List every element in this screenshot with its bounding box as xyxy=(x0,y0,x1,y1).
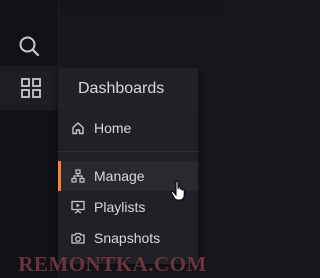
presentation-play-icon xyxy=(70,199,86,215)
sitemap-icon xyxy=(70,168,86,184)
home-icon xyxy=(70,120,86,136)
search-button[interactable] xyxy=(0,24,58,68)
dashboards-menu-button[interactable] xyxy=(0,66,62,110)
menu-item-label: Snapshots xyxy=(94,230,161,246)
search-icon xyxy=(18,35,40,57)
dashboards-dropdown: Dashboards Home Manage Playlists Snapsho… xyxy=(58,68,198,264)
side-menu xyxy=(0,0,62,278)
hand-pointer-icon xyxy=(170,180,188,202)
menu-item-home[interactable]: Home xyxy=(58,113,198,143)
watermark: REMONTKA.COM xyxy=(18,251,207,276)
menu-item-snapshots[interactable]: Snapshots xyxy=(58,223,198,253)
menu-item-label: Home xyxy=(94,120,132,136)
apps-grid-icon xyxy=(20,77,42,99)
dropdown-header[interactable]: Dashboards xyxy=(58,68,198,110)
divider xyxy=(58,151,198,152)
menu-item-label: Manage xyxy=(94,168,145,184)
camera-icon xyxy=(70,230,86,246)
menu-item-label: Playlists xyxy=(94,199,146,215)
